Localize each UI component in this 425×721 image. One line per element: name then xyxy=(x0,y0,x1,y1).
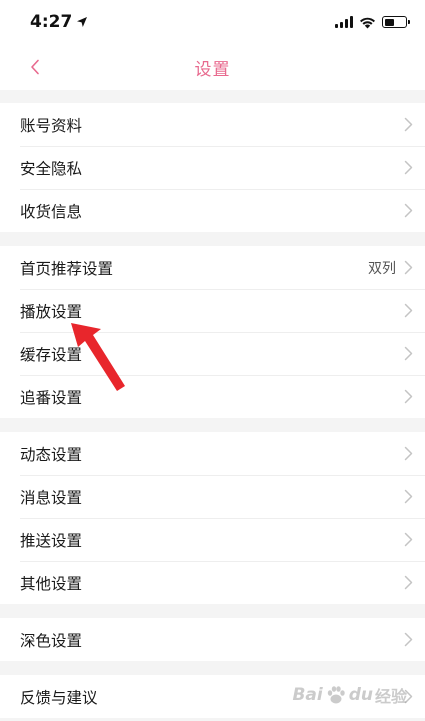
settings-item-label: 播放设置 xyxy=(20,302,83,321)
chevron-right-icon xyxy=(404,303,413,318)
chevron-right-icon xyxy=(404,632,413,647)
chevron-right-icon xyxy=(404,160,413,175)
chevron-right-icon xyxy=(404,575,413,590)
settings-item-label: 缓存设置 xyxy=(20,345,83,364)
chevron-right-icon xyxy=(404,203,413,218)
settings-item-label: 深色设置 xyxy=(20,631,83,650)
nav-bar: 设置 xyxy=(0,44,425,90)
chevron-left-icon xyxy=(31,59,39,75)
settings-item-label: 账号资料 xyxy=(20,116,83,135)
location-arrow-icon xyxy=(77,17,88,27)
settings-item-value: 双列 xyxy=(368,260,396,277)
chevron-right-icon xyxy=(404,260,413,275)
settings-item-label: 首页推荐设置 xyxy=(20,259,114,278)
settings-screen: 4:27 设置 账号资料 安全隐私 收货信息 首页推荐设置 双列 播放设置 缓存… xyxy=(0,0,425,721)
settings-item-other[interactable]: 其他设置 xyxy=(0,561,425,604)
settings-item-feedback[interactable]: 反馈与建议 xyxy=(0,675,425,718)
settings-item-push[interactable]: 推送设置 xyxy=(0,518,425,561)
settings-item-playback[interactable]: 播放设置 xyxy=(0,289,425,332)
settings-group-feedback: 反馈与建议 xyxy=(0,675,425,718)
settings-item-dynamic[interactable]: 动态设置 xyxy=(0,432,425,475)
settings-group-playback: 首页推荐设置 双列 播放设置 缓存设置 追番设置 xyxy=(0,246,425,418)
settings-group-account: 账号资料 安全隐私 收货信息 xyxy=(0,103,425,232)
battery-icon xyxy=(382,16,410,28)
settings-item-label: 推送设置 xyxy=(20,531,83,550)
cellular-signal-icon xyxy=(335,16,353,28)
status-icons xyxy=(335,16,410,29)
settings-item-label: 动态设置 xyxy=(20,445,83,464)
status-time-text: 4:27 xyxy=(30,12,73,32)
settings-item-cache[interactable]: 缓存设置 xyxy=(0,332,425,375)
settings-item-label: 消息设置 xyxy=(20,488,83,507)
chevron-right-icon xyxy=(404,346,413,361)
settings-item-account-profile[interactable]: 账号资料 xyxy=(0,103,425,146)
settings-item-label: 收货信息 xyxy=(20,202,83,221)
settings-item-label: 其他设置 xyxy=(20,574,83,593)
page-title: 设置 xyxy=(194,59,231,80)
status-bar: 4:27 xyxy=(0,0,425,44)
settings-item-right: 双列 xyxy=(368,258,413,278)
wifi-icon xyxy=(360,17,375,28)
chevron-right-icon xyxy=(404,489,413,504)
settings-item-follow-series[interactable]: 追番设置 xyxy=(0,375,425,418)
settings-item-label: 安全隐私 xyxy=(20,159,83,178)
chevron-right-icon xyxy=(404,689,413,704)
status-time: 4:27 xyxy=(30,12,88,32)
chevron-right-icon xyxy=(404,532,413,547)
settings-item-home-recommend[interactable]: 首页推荐设置 双列 xyxy=(0,246,425,289)
settings-group-notifications: 动态设置 消息设置 推送设置 其他设置 xyxy=(0,432,425,604)
settings-item-messages[interactable]: 消息设置 xyxy=(0,475,425,518)
chevron-right-icon xyxy=(404,389,413,404)
chevron-right-icon xyxy=(404,446,413,461)
settings-item-label: 追番设置 xyxy=(20,388,83,407)
settings-group-appearance: 深色设置 xyxy=(0,618,425,661)
settings-item-dark-mode[interactable]: 深色设置 xyxy=(0,618,425,661)
settings-item-security-privacy[interactable]: 安全隐私 xyxy=(0,146,425,189)
back-button[interactable] xyxy=(22,54,48,80)
settings-item-label: 反馈与建议 xyxy=(20,688,98,707)
settings-item-shipping-info[interactable]: 收货信息 xyxy=(0,189,425,232)
chevron-right-icon xyxy=(404,117,413,132)
